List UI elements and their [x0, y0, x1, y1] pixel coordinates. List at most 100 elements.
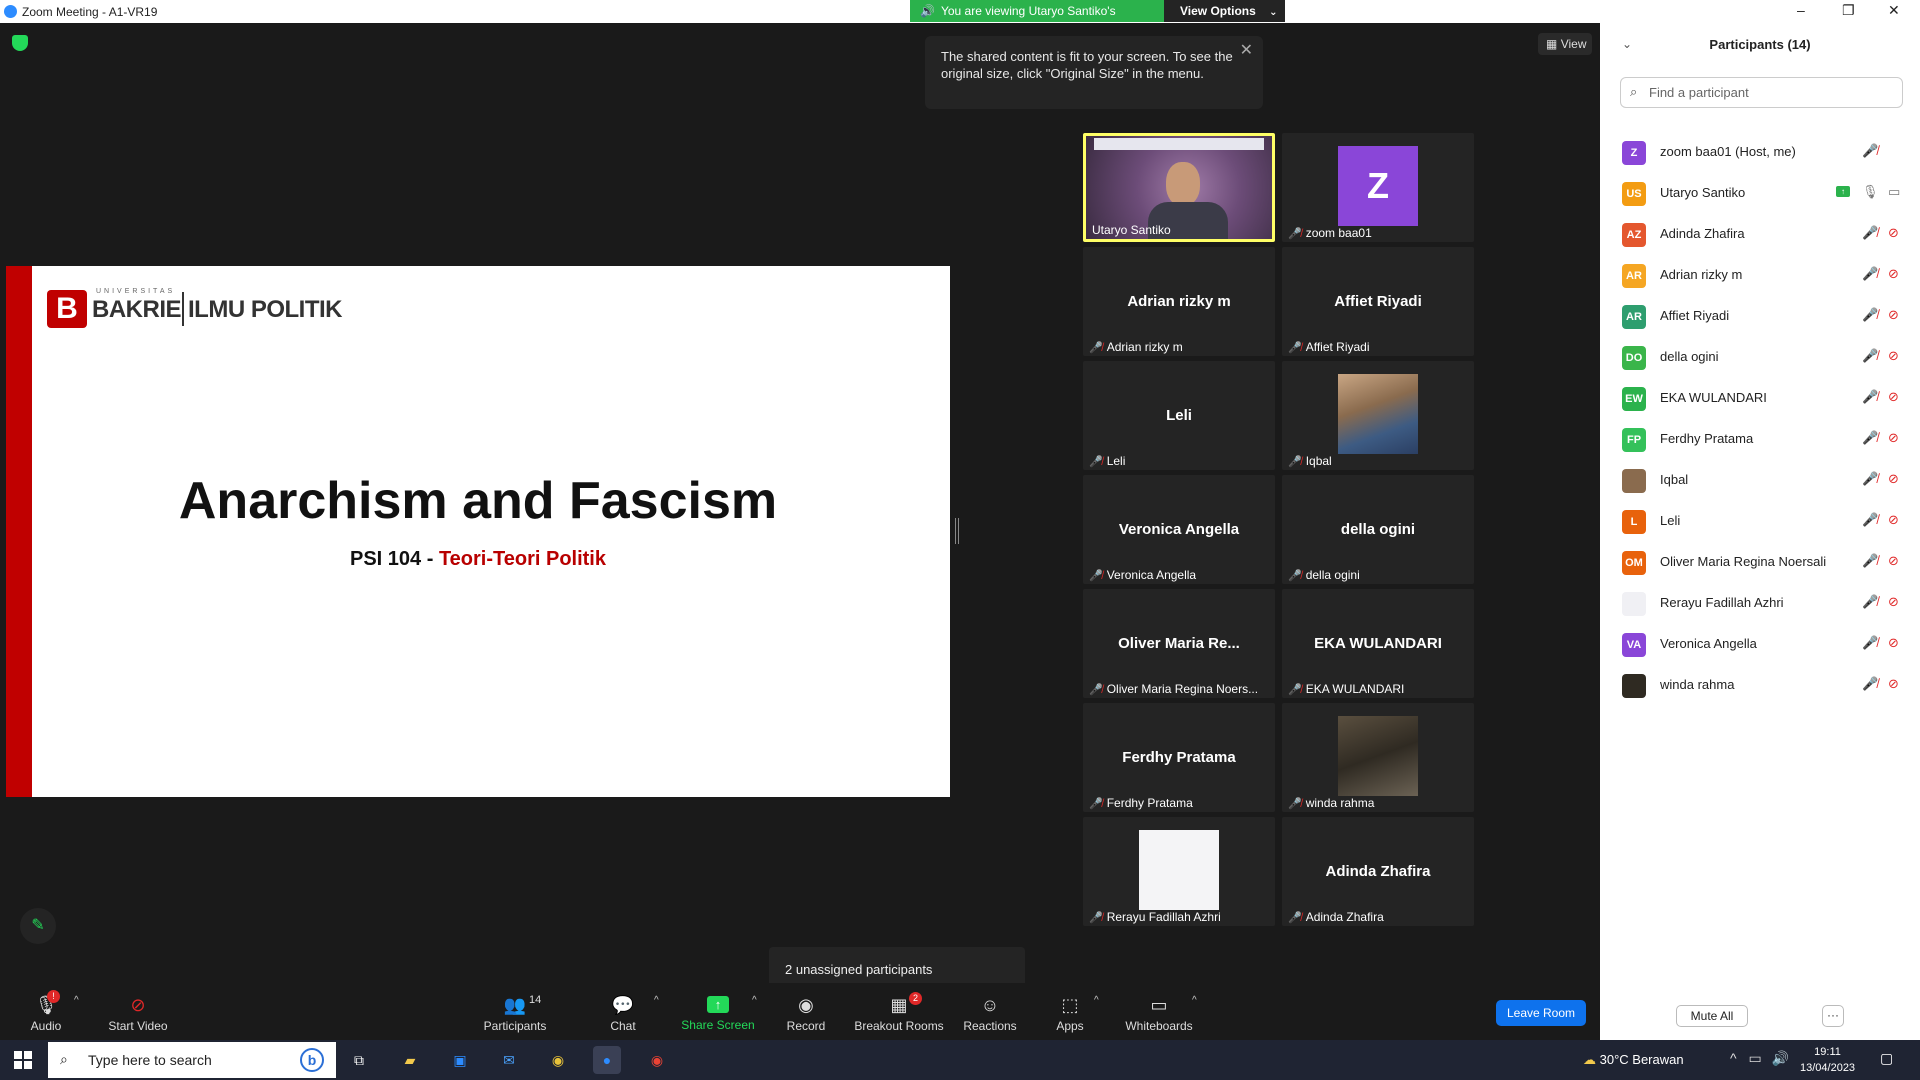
security-shield-icon[interactable]	[12, 35, 28, 51]
notification-icon[interactable]: ▢	[1880, 1050, 1893, 1067]
mic-muted-icon[interactable]: 🎤̸	[1862, 635, 1878, 651]
participant-row[interactable]: OM Oliver Maria Regina Noersali 🎤̸ ⊘	[1600, 542, 1920, 583]
resize-handle[interactable]	[955, 518, 959, 544]
participant-row[interactable]: FP Ferdhy Pratama 🎤̸ ⊘	[1600, 419, 1920, 460]
mic-muted-icon[interactable]: 🎤̸	[1862, 471, 1878, 487]
participant-row[interactable]: AR Adrian rizky m 🎤̸ ⊘	[1600, 255, 1920, 296]
video-tile[interactable]: Leli 🎤̸ Leli	[1083, 361, 1275, 470]
mic-muted-icon[interactable]: 🎤̸	[1862, 676, 1878, 692]
breakout-rooms-button[interactable]: ▦ Breakout Rooms	[853, 983, 945, 1033]
mute-all-button[interactable]: Mute All	[1676, 1005, 1748, 1027]
chevron-up-icon[interactable]: ^	[1730, 1050, 1737, 1066]
video-off-icon[interactable]: ⊘	[1888, 471, 1899, 487]
video-tile[interactable]: Oliver Maria Re... 🎤̸ Oliver Maria Regina …	[1083, 589, 1275, 698]
video-off-icon[interactable]: ⊘	[1888, 266, 1899, 282]
chat-button[interactable]: 💬 Chat	[603, 983, 643, 1033]
mic-muted-icon[interactable]: 🎤̸	[1862, 389, 1878, 405]
view-options-button[interactable]: View Options ⌄	[1164, 0, 1285, 22]
participant-row[interactable]: Zzoom baa01 (Host, me) 🎤̸	[1600, 132, 1920, 173]
video-tile[interactable]: 🎤̸ winda rahma	[1282, 703, 1474, 812]
mic-muted-icon[interactable]: 🎤̸	[1862, 143, 1878, 159]
windows-start-icon[interactable]	[14, 1051, 32, 1069]
mic-muted-icon[interactable]: 🎤̸	[1862, 553, 1878, 569]
mic-muted-icon[interactable]: 🎤̸	[1862, 348, 1878, 364]
share-caret-icon[interactable]: ^	[752, 995, 757, 1006]
mic-muted-icon[interactable]: 🎤̸	[1862, 512, 1878, 528]
whiteboards-caret-icon[interactable]: ^	[1192, 995, 1197, 1006]
whiteboards-button[interactable]: ▭ Whiteboards	[1124, 983, 1194, 1033]
participant-row[interactable]: AR Affiet Riyadi 🎤̸ ⊘	[1600, 296, 1920, 337]
video-off-icon[interactable]: ⊘	[1888, 307, 1899, 323]
participant-row[interactable]: L Leli 🎤̸ ⊘	[1600, 501, 1920, 542]
mic-muted-icon[interactable]: 🎤̸	[1862, 594, 1878, 610]
zoom-app-icon[interactable]: ●	[593, 1046, 621, 1074]
participant-row[interactable]: winda rahma 🎤̸ ⊘	[1600, 665, 1920, 706]
video-off-icon[interactable]: ⊘	[1888, 553, 1899, 569]
participant-row[interactable]: US Utaryo Santiko ↑ 🎙 ▭	[1600, 173, 1920, 214]
video-off-icon[interactable]: ⊘	[1888, 348, 1899, 364]
video-tile[interactable]: Utaryo Santiko	[1083, 133, 1275, 242]
network-icon[interactable]: ▭	[1748, 1050, 1761, 1066]
video-tile[interactable]: Adinda Zhafira 🎤̸ Adinda Zhafira	[1282, 817, 1474, 926]
video-tile[interactable]: Affiet Riyadi 🎤̸ Affiet Riyadi	[1282, 247, 1474, 356]
participant-row[interactable]: EW EKA WULANDARI 🎤̸ ⊘	[1600, 378, 1920, 419]
share-screen-button[interactable]: ↑ Share Screen	[680, 983, 756, 1032]
audio-button[interactable]: 🎙 Audio	[26, 983, 66, 1033]
taskbar-clock[interactable]: 19:11 13/04/2023	[1800, 1044, 1855, 1076]
minimize-button[interactable]: –	[1797, 2, 1805, 18]
start-video-button[interactable]: ⊘ Start Video	[106, 983, 170, 1033]
video-tile[interactable]: Veronica Angella 🎤̸ Veronica Angella	[1083, 475, 1275, 584]
apps-button[interactable]: ⬚ Apps	[1054, 983, 1086, 1033]
bing-icon[interactable]: b	[300, 1048, 324, 1072]
chrome-profile-icon[interactable]: ◉	[643, 1046, 671, 1074]
video-off-icon[interactable]: ⊘	[1888, 225, 1899, 241]
video-tile[interactable]: della ogini 🎤̸ della ogini	[1282, 475, 1474, 584]
video-camera-icon[interactable]: ▭	[1888, 184, 1900, 200]
microsoft-store-icon[interactable]: ▣	[446, 1046, 474, 1074]
record-button[interactable]: ◉ Record	[784, 983, 828, 1033]
video-off-icon[interactable]: ⊘	[1888, 594, 1899, 610]
file-explorer-icon[interactable]: ▰	[396, 1046, 424, 1074]
video-tile[interactable]: Ferdhy Pratama 🎤̸ Ferdhy Pratama	[1083, 703, 1275, 812]
microphone-icon[interactable]: 🎙	[1862, 184, 1879, 200]
participant-row[interactable]: Rerayu Fadillah Azhri 🎤̸ ⊘	[1600, 583, 1920, 624]
mic-muted-icon[interactable]: 🎤̸	[1862, 430, 1878, 446]
participant-row[interactable]: VA Veronica Angella 🎤̸ ⊘	[1600, 624, 1920, 665]
video-off-icon[interactable]: ⊘	[1888, 635, 1899, 651]
apps-caret-icon[interactable]: ^	[1094, 995, 1099, 1006]
video-off-icon[interactable]: ⊘	[1888, 430, 1899, 446]
restore-button[interactable]: ❐	[1842, 2, 1855, 19]
video-off-icon[interactable]: ⊘	[1888, 676, 1899, 692]
participants-button[interactable]: 👥 Participants	[480, 983, 550, 1033]
mic-muted-icon[interactable]: 🎤̸	[1862, 266, 1878, 282]
participant-search-input[interactable]: ⌕ Find a participant	[1620, 77, 1903, 108]
volume-icon[interactable]: 🔊	[1772, 1050, 1789, 1066]
pencil-icon[interactable]: ✎	[20, 908, 56, 944]
video-tile[interactable]: 🎤̸ Iqbal	[1282, 361, 1474, 470]
close-button[interactable]: ✕	[1888, 2, 1900, 19]
video-off-icon[interactable]: ⊘	[1888, 389, 1899, 405]
mic-muted-icon[interactable]: 🎤̸	[1862, 225, 1878, 241]
video-off-icon[interactable]: ⊘	[1888, 512, 1899, 528]
task-view-icon[interactable]: ⧉	[345, 1046, 373, 1074]
weather-widget[interactable]: ☁ 30°C Berawan	[1583, 1052, 1684, 1068]
mail-icon[interactable]: ✉	[495, 1046, 523, 1074]
audio-caret-icon[interactable]: ^	[74, 995, 79, 1006]
taskbar-search-box[interactable]: ⌕ Type here to search b	[48, 1042, 336, 1078]
participant-row[interactable]: Iqbal 🎤̸ ⊘	[1600, 460, 1920, 501]
video-tile[interactable]: Z 🎤̸ zoom baa01	[1282, 133, 1474, 242]
chrome-icon[interactable]: ◉	[544, 1046, 572, 1074]
view-button[interactable]: ▦ View	[1538, 33, 1592, 55]
close-icon[interactable]: ✕	[1240, 42, 1253, 59]
mic-muted-icon[interactable]: 🎤̸	[1862, 307, 1878, 323]
video-tile[interactable]: EKA WULANDARI 🎤̸ EKA WULANDARI	[1282, 589, 1474, 698]
system-tray[interactable]: ^ ▭ 🔊	[1730, 1050, 1789, 1067]
participant-row[interactable]: AZ Adinda Zhafira 🎤̸ ⊘	[1600, 214, 1920, 255]
reactions-button[interactable]: ☺ Reactions	[963, 983, 1017, 1033]
video-tile[interactable]: Adrian rizky m 🎤̸ Adrian rizky m	[1083, 247, 1275, 356]
more-options-button[interactable]: ···	[1822, 1005, 1844, 1027]
leave-room-button[interactable]: Leave Room	[1496, 1000, 1586, 1026]
chat-caret-icon[interactable]: ^	[654, 995, 659, 1006]
participant-row[interactable]: DO della ogini 🎤̸ ⊘	[1600, 337, 1920, 378]
video-tile[interactable]: 🎤̸ Rerayu Fadillah Azhri	[1083, 817, 1275, 926]
